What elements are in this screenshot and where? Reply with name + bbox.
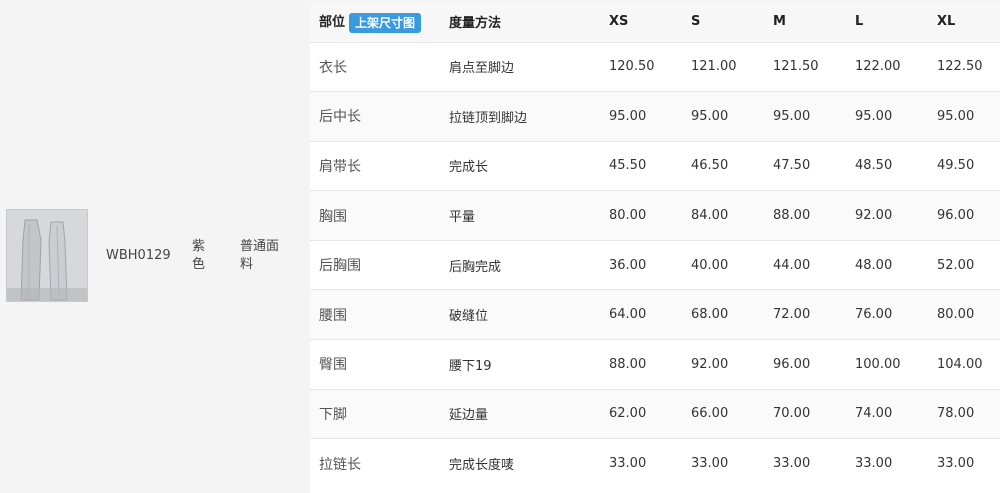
- product-color: 紫色: [192, 239, 206, 272]
- row-size-value: 95.00: [855, 108, 893, 124]
- header-part: 部位 上架尺寸图: [310, 2, 449, 42]
- row-size-value: 33.00: [691, 456, 729, 472]
- row-measure-method: 后胸完成: [449, 259, 502, 275]
- table-row: 后中长 拉链顶到脚边 95.00 95.00 95.00 95.00 95.00: [310, 91, 1000, 142]
- table-row: 腰围 破缝位 64.00 68.00 72.00 76.00 80.00: [310, 289, 1000, 340]
- row-size-value: 74.00: [855, 406, 893, 422]
- header-size-m: M: [773, 14, 786, 30]
- product-info-panel: WBH0129 紫色 普通面料: [0, 0, 300, 493]
- row-size-value: 62.00: [609, 406, 647, 422]
- row-size-value: 33.00: [937, 456, 975, 472]
- row-size-value: 122.00: [855, 59, 901, 75]
- row-size-value: 45.50: [609, 158, 647, 174]
- row-part-name: 后胸围: [319, 258, 361, 275]
- row-size-value: 33.00: [773, 456, 811, 472]
- header-method: 度量方法: [449, 16, 502, 32]
- row-size-value: 88.00: [773, 208, 811, 224]
- row-size-value: 80.00: [609, 208, 647, 224]
- row-measure-method: 破缝位: [449, 309, 489, 325]
- row-measure-method: 平量: [449, 210, 476, 226]
- row-measure-method: 腰下19: [449, 358, 492, 374]
- row-part-name: 衣长: [319, 59, 347, 76]
- size-chart-table: 部位 上架尺寸图 度量方法 XS S M L XL 衣长 肩点至脚边 120.50 12…: [310, 2, 1000, 489]
- row-measure-method: 完成长: [449, 160, 489, 176]
- row-size-value: 70.00: [773, 406, 811, 422]
- row-size-value: 40.00: [691, 257, 729, 273]
- row-size-value: 44.00: [773, 257, 811, 273]
- row-size-value: 78.00: [937, 406, 975, 422]
- row-size-value: 33.00: [609, 456, 647, 472]
- row-size-value: 92.00: [855, 208, 893, 224]
- row-part-name: 下脚: [319, 406, 347, 423]
- row-measure-method: 拉链顶到脚边: [449, 110, 528, 126]
- row-size-value: 122.50: [937, 59, 983, 75]
- table-row: 下脚 延边量 62.00 66.00 70.00 74.00 78.00: [310, 389, 1000, 439]
- row-size-value: 64.00: [609, 307, 647, 323]
- row-size-value: 96.00: [773, 356, 811, 372]
- header-size-xs: XS: [609, 14, 629, 30]
- row-part-name: 胸围: [319, 208, 347, 225]
- size-chart-body: 衣长 肩点至脚边 120.50 121.00 121.50 122.00 122.50 后中长…: [310, 42, 1000, 489]
- row-measure-method: 延边量: [449, 408, 489, 424]
- header-size-xl: XL: [937, 14, 956, 30]
- row-size-value: 95.00: [773, 108, 811, 124]
- row-size-value: 100.00: [855, 356, 901, 372]
- row-measure-method: 完成长度唛: [449, 458, 515, 474]
- row-part-name: 腰围: [319, 307, 347, 324]
- row-size-value: 72.00: [773, 307, 811, 323]
- header-part-label: 部位: [319, 15, 346, 30]
- table-row: 拉链长 完成长度唛 33.00 33.00 33.00 33.00 33.00: [310, 438, 1000, 489]
- table-header-row: 部位 上架尺寸图 度量方法 XS S M L XL: [310, 2, 1000, 42]
- size-chart-table-container: 部位 上架尺寸图 度量方法 XS S M L XL 衣长 肩点至脚边 120.50 12…: [310, 2, 1000, 493]
- row-part-name: 肩带长: [319, 158, 361, 175]
- row-size-value: 48.50: [855, 158, 893, 174]
- table-row: 胸围 平量 80.00 84.00 88.00 92.00 96.00: [310, 190, 1000, 241]
- row-part-name: 臀围: [319, 357, 347, 374]
- row-size-value: 95.00: [937, 108, 975, 124]
- row-size-value: 52.00: [937, 257, 975, 273]
- listing-size-chart-badge[interactable]: 上架尺寸图: [349, 12, 422, 33]
- row-size-value: 33.00: [855, 456, 893, 472]
- header-size-l: L: [855, 14, 864, 30]
- row-size-value: 92.00: [691, 356, 729, 372]
- row-size-value: 76.00: [855, 307, 893, 323]
- row-measure-method: 肩点至脚边: [449, 61, 515, 77]
- row-size-value: 121.50: [773, 59, 819, 75]
- row-part-name: 拉链长: [319, 456, 361, 473]
- row-size-value: 48.00: [855, 257, 893, 273]
- row-size-value: 96.00: [937, 208, 975, 224]
- row-size-value: 84.00: [691, 208, 729, 224]
- row-size-value: 49.50: [937, 158, 975, 174]
- header-size-s: S: [691, 14, 701, 30]
- product-sku: WBH0129: [106, 248, 171, 263]
- product-thumbnail[interactable]: [6, 209, 88, 302]
- row-size-value: 68.00: [691, 307, 729, 323]
- table-row: 臀围 腰下19 88.00 92.00 96.00 100.00 104.00: [310, 339, 1000, 390]
- row-size-value: 80.00: [937, 307, 975, 323]
- row-part-name: 后中长: [319, 109, 361, 126]
- row-size-value: 46.50: [691, 158, 729, 174]
- row-size-value: 121.00: [691, 59, 737, 75]
- row-size-value: 66.00: [691, 406, 729, 422]
- row-size-value: 88.00: [609, 356, 647, 372]
- row-size-value: 120.50: [609, 59, 655, 75]
- table-row: 后胸围 后胸完成 36.00 40.00 44.00 48.00 52.00: [310, 240, 1000, 290]
- row-size-value: 47.50: [773, 158, 811, 174]
- table-row: 肩带长 完成长 45.50 46.50 47.50 48.50 49.50: [310, 141, 1000, 191]
- product-fabric: 普通面料: [240, 239, 280, 272]
- row-size-value: 95.00: [691, 108, 729, 124]
- row-size-value: 104.00: [937, 356, 983, 372]
- row-size-value: 36.00: [609, 257, 647, 273]
- table-row: 衣长 肩点至脚边 120.50 121.00 121.50 122.00 122.50: [310, 42, 1000, 92]
- dress-image-icon: [7, 210, 87, 301]
- row-size-value: 95.00: [609, 108, 647, 124]
